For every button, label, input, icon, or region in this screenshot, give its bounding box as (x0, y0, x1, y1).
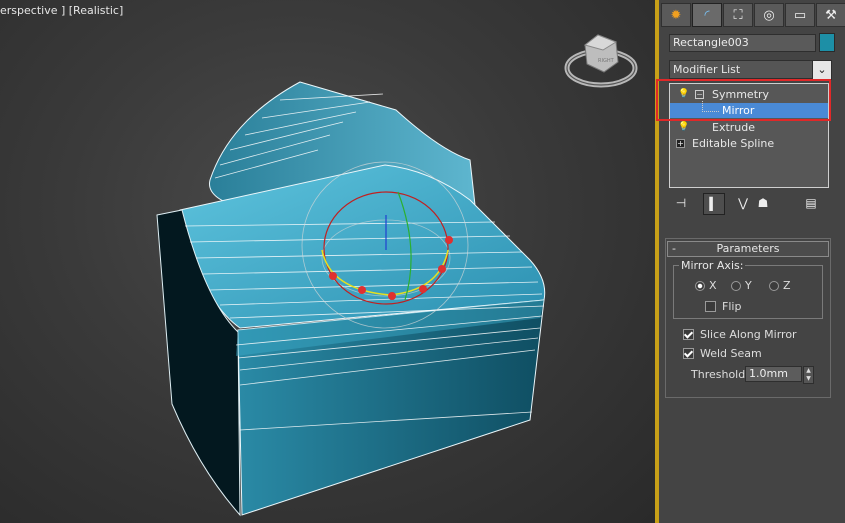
hierarchy-tab-icon[interactable]: ⛶ (723, 3, 753, 27)
scene-3d[interactable]: RIGHT (0, 0, 655, 523)
threshold-label: Threshold: (691, 368, 749, 381)
stack-item-label: Extrude (712, 121, 756, 134)
checkbox-checked-icon (683, 347, 694, 359)
motion-tab-icon[interactable]: ◎ (754, 3, 784, 27)
create-tab-icon[interactable]: ✹ (661, 3, 691, 27)
threshold-input[interactable]: 1.0mm (745, 366, 802, 382)
weld-seam-checkbox[interactable]: Weld Seam (683, 347, 762, 360)
radio-icon (769, 281, 779, 291)
stack-toolbar: ⊣ ▍ ⋁ ☗ ▤ (669, 193, 829, 215)
object-color-swatch[interactable] (819, 33, 835, 52)
slice-along-mirror-checkbox[interactable]: Slice Along Mirror (683, 328, 797, 341)
checkbox-checked-icon (683, 328, 694, 340)
parameters-rollout-header[interactable]: Parameters - (667, 241, 829, 257)
flip-checkbox[interactable]: Flip (705, 300, 741, 313)
remove-modifier-icon[interactable]: ☗ (753, 193, 773, 213)
display-tab-icon[interactable]: ▭ (785, 3, 815, 27)
viewport-perspective[interactable]: erspective ] [Realistic] RIGHT (0, 0, 655, 523)
modifier-list-dropdown[interactable]: Modifier List (669, 60, 820, 79)
stack-item-extrude[interactable]: 💡 Extrude (670, 120, 828, 135)
utilities-tab-icon[interactable]: ⚒ (816, 3, 845, 27)
stack-item-label: Editable Spline (692, 137, 775, 150)
viewcube[interactable]: RIGHT (564, 34, 638, 88)
object-name-field[interactable]: Rectangle003 (669, 34, 816, 52)
mirror-axis-label: Mirror Axis: (679, 259, 746, 272)
modify-tab-icon[interactable]: ◜ (692, 3, 722, 27)
stack-item-editable-spline[interactable]: + Editable Spline (670, 136, 828, 151)
lightbulb-icon[interactable]: 💡 (678, 122, 689, 132)
expand-icon[interactable]: + (676, 139, 685, 148)
collapse-icon: - (672, 242, 676, 255)
chevron-down-icon[interactable]: ⌄ (812, 60, 832, 80)
axis-y-radio[interactable]: Y (731, 279, 752, 292)
rollout-title: Parameters (716, 242, 780, 255)
show-end-result-icon[interactable]: ▍ (703, 193, 725, 215)
axis-z-radio[interactable]: Z (769, 279, 791, 292)
make-unique-icon[interactable]: ⋁ (733, 193, 753, 213)
command-panel-tabs: ✹ ◜ ⛶ ◎ ▭ ⚒ (661, 3, 845, 27)
configure-sets-icon[interactable]: ▤ (801, 193, 821, 213)
threshold-spinner-icon[interactable]: ▲ ▼ (803, 366, 814, 384)
radio-icon (731, 281, 741, 291)
annotation-highlight-box (656, 79, 831, 121)
axis-x-radio[interactable]: X (695, 279, 717, 292)
mirror-axis-group (673, 265, 823, 319)
viewcube-face-label: RIGHT (598, 58, 615, 64)
radio-selected-icon (695, 281, 705, 291)
checkbox-icon (705, 300, 716, 312)
pin-stack-icon[interactable]: ⊣ (671, 193, 691, 213)
